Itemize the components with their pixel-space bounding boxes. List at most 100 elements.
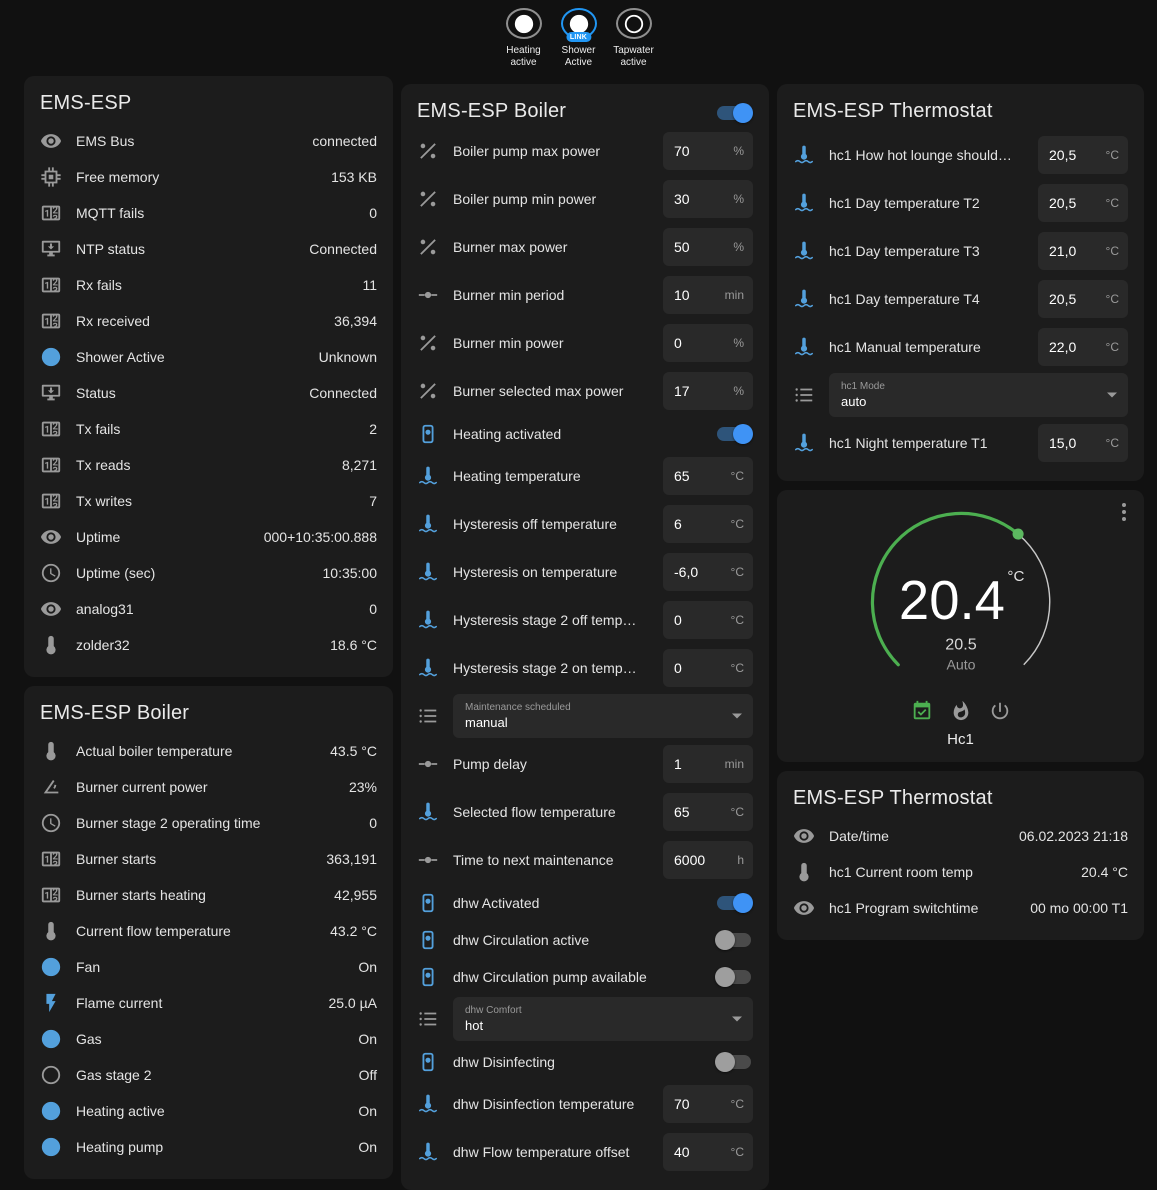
number-input[interactable]: 15,0°C [1038, 424, 1128, 462]
entity-name: hc1 Current room temp [829, 864, 1067, 880]
entity-row[interactable]: Burner current power23% [40, 769, 377, 805]
number-input[interactable]: 40°C [663, 1133, 753, 1171]
number-input[interactable]: 30% [663, 180, 753, 218]
entity-row[interactable]: Burner starts heating42,955 [40, 877, 377, 913]
number-input[interactable]: 6000h [663, 841, 753, 879]
entity-row: Boiler pump max power70% [417, 127, 753, 175]
number-input[interactable]: 6°C [663, 505, 753, 543]
badge[interactable]: LINKShower Active [554, 8, 604, 68]
number-input[interactable]: 1min [663, 745, 753, 783]
entity-row[interactable]: Tx writes7 [40, 483, 377, 519]
entity-name: hc1 Day temperature T2 [829, 195, 1024, 211]
entity-row[interactable]: hc1 Current room temp20.4 °C [793, 854, 1128, 890]
entity-name: Date/time [829, 828, 1005, 844]
select-input[interactable]: hc1 Modeauto [829, 373, 1128, 417]
entity-row[interactable]: Uptime (sec)10:35:00 [40, 555, 377, 591]
number-input[interactable]: 20,5°C [1038, 136, 1128, 174]
number-input[interactable]: 17% [663, 372, 753, 410]
number-value: 40 [674, 1144, 727, 1160]
number-input[interactable]: 20,5°C [1038, 280, 1128, 318]
number-input[interactable]: 22,0°C [1038, 328, 1128, 366]
entity-row[interactable]: FanOn [40, 949, 377, 985]
entity-row[interactable]: analog310 [40, 591, 377, 627]
select-input[interactable]: dhw Comforthot [453, 997, 753, 1041]
entity-row[interactable]: StatusConnected [40, 375, 377, 411]
number-input[interactable]: 50% [663, 228, 753, 266]
number-input[interactable]: 70% [663, 132, 753, 170]
entity-name: Heating activated [453, 426, 701, 442]
entity-name: dhw Disinfecting [453, 1054, 701, 1070]
number-unit: % [733, 192, 744, 206]
boiler-control-card: EMS-ESP Boiler Boiler pump max power70% B… [401, 84, 769, 1190]
number-value: 20,5 [1049, 291, 1102, 307]
dial-entity-name: Hc1 [947, 731, 974, 748]
entity-row[interactable]: GasOn [40, 1021, 377, 1057]
entity-name: Burner selected max power [453, 383, 649, 399]
number-input[interactable]: 21,0°C [1038, 232, 1128, 270]
thermostat-dial[interactable]: 20.4 °C 20.5 Auto [845, 504, 1077, 698]
list-icon [793, 384, 815, 406]
more-options-icon[interactable] [1112, 500, 1136, 524]
entity-name: dhw Circulation pump available [453, 969, 701, 985]
entity-row[interactable]: Date/time06.02.2023 21:18 [793, 818, 1128, 854]
entity-row[interactable]: Tx fails2 [40, 411, 377, 447]
entity-row[interactable]: Gas stage 2Off [40, 1057, 377, 1093]
dial-handle[interactable] [1012, 528, 1023, 539]
number-input[interactable]: 0% [663, 324, 753, 362]
fire-icon[interactable] [950, 700, 972, 722]
entity-row[interactable]: Heating pumpOn [40, 1129, 377, 1165]
entity-row[interactable]: Flame current25.0 µA [40, 985, 377, 1021]
eye-icon [793, 825, 815, 847]
power-icon[interactable] [989, 700, 1011, 722]
number-input[interactable]: 20,5°C [1038, 184, 1128, 222]
select-label: hc1 Mode [841, 381, 1098, 392]
entity-name: Tx reads [76, 457, 328, 473]
select-input[interactable]: Maintenance scheduledmanual [453, 694, 753, 738]
number-input[interactable]: 65°C [663, 793, 753, 831]
entity-row[interactable]: zolder3218.6 °C [40, 627, 377, 663]
entity-row[interactable]: NTP statusConnected [40, 231, 377, 267]
number-input[interactable]: 0°C [663, 601, 753, 639]
boiler-icon [417, 966, 439, 988]
entity-row: Burner min period10min [417, 271, 753, 319]
entity-row[interactable]: Rx fails11 [40, 267, 377, 303]
column-right: EMS-ESP Thermostat hc1 How hot lounge sh… [777, 76, 1144, 940]
entity-row[interactable]: hc1 Program switchtime00 mo 00:00 T1 [793, 890, 1128, 926]
entity-row[interactable]: Burner starts363,191 [40, 841, 377, 877]
entity-row[interactable]: Shower ActiveUnknown [40, 339, 377, 375]
entity-row[interactable]: EMS Busconnected [40, 123, 377, 159]
card-title: EMS-ESP Boiler [40, 702, 377, 725]
toggle-switch[interactable] [715, 967, 753, 987]
number-input[interactable]: 10min [663, 276, 753, 314]
card-title: EMS-ESP Boiler [417, 100, 566, 123]
entity-row: hc1 Modeauto [793, 371, 1128, 419]
entity-row[interactable]: Free memory153 KB [40, 159, 377, 195]
boiler-enabled-toggle[interactable] [715, 103, 753, 123]
eye-icon [40, 526, 62, 548]
entity-row[interactable]: Rx received36,394 [40, 303, 377, 339]
entity-row[interactable]: Heating activeOn [40, 1093, 377, 1129]
number-input[interactable]: 0°C [663, 649, 753, 687]
badge[interactable]: Tapwater active [609, 8, 659, 68]
number-input[interactable]: 65°C [663, 457, 753, 495]
card-title: EMS-ESP [40, 92, 377, 115]
entity-row[interactable]: MQTT fails0 [40, 195, 377, 231]
entity-row[interactable]: Burner stage 2 operating time0 [40, 805, 377, 841]
entity-row[interactable]: Tx reads8,271 [40, 447, 377, 483]
toggle-switch[interactable] [715, 893, 753, 913]
calendar-check-icon[interactable] [911, 700, 933, 722]
entity-name: analog31 [76, 601, 355, 617]
toggle-switch[interactable] [715, 930, 753, 950]
entity-row[interactable]: Uptime000+10:35:00.888 [40, 519, 377, 555]
entity-list: Actual boiler temperature43.5 °CBurner c… [40, 733, 377, 1165]
number-input[interactable]: -6,0°C [663, 553, 753, 591]
number-unit: °C [731, 613, 744, 627]
entity-row[interactable]: Current flow temperature43.2 °C [40, 913, 377, 949]
entity-state: 7 [369, 493, 377, 509]
toggle-switch[interactable] [715, 424, 753, 444]
entity-row[interactable]: Actual boiler temperature43.5 °C [40, 733, 377, 769]
badge-circle [616, 8, 652, 39]
toggle-switch[interactable] [715, 1052, 753, 1072]
number-input[interactable]: 70°C [663, 1085, 753, 1123]
badge[interactable]: Heating active [499, 8, 549, 68]
